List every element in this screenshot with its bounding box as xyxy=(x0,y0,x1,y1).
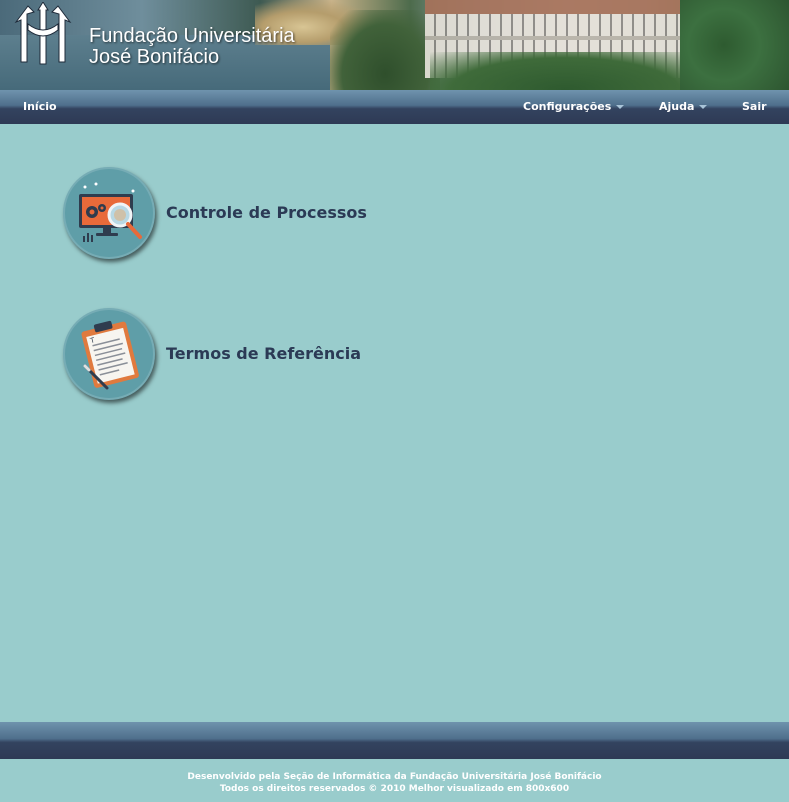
banner-photo-hill xyxy=(330,10,440,90)
nav-home-link[interactable]: Início xyxy=(23,90,57,124)
footer-bar xyxy=(0,722,789,759)
menu-item-label[interactable]: Termos de Referência xyxy=(166,344,361,363)
organization-name: Fundação Universitária José Bonifácio xyxy=(89,26,295,68)
banner-photo-palms xyxy=(680,0,789,90)
footer-credits: Desenvolvido pela Seção de Informática d… xyxy=(0,771,789,795)
monitor-gear-magnifier-icon[interactable] xyxy=(63,167,155,259)
nav-settings-menu[interactable]: Configurações xyxy=(523,90,625,124)
header-banner: Fundação Universitária José Bonifácio xyxy=(0,0,789,90)
nav-help-menu[interactable]: Ajuda xyxy=(659,90,708,124)
footer-line-copyright: Todos os direitos reservados © 2010 Melh… xyxy=(219,784,570,794)
banner-photo-trees xyxy=(430,52,700,90)
organization-name-line1: Fundação Universitária xyxy=(89,25,295,47)
university-logo-icon xyxy=(14,2,72,65)
chevron-down-icon xyxy=(699,105,708,109)
menu-item-controle-de-processos[interactable]: Controle de Processos xyxy=(63,167,483,261)
footer-line-developer: Desenvolvido pela Seção de Informática d… xyxy=(187,772,602,782)
menu-item-termos-de-referencia[interactable]: T Termos de Referência xyxy=(63,308,483,402)
organization-name-line2: José Bonifácio xyxy=(89,46,220,68)
nav-logout-link[interactable]: Sair xyxy=(742,90,767,124)
top-navigation-bar: Início Configurações Ajuda Sair xyxy=(0,90,789,124)
nav-help-label: Ajuda xyxy=(659,100,695,113)
menu-item-label[interactable]: Controle de Processos xyxy=(166,203,367,222)
chevron-down-icon xyxy=(616,105,625,109)
nav-settings-label: Configurações xyxy=(523,100,612,113)
clipboard-document-icon[interactable]: T xyxy=(63,308,155,400)
